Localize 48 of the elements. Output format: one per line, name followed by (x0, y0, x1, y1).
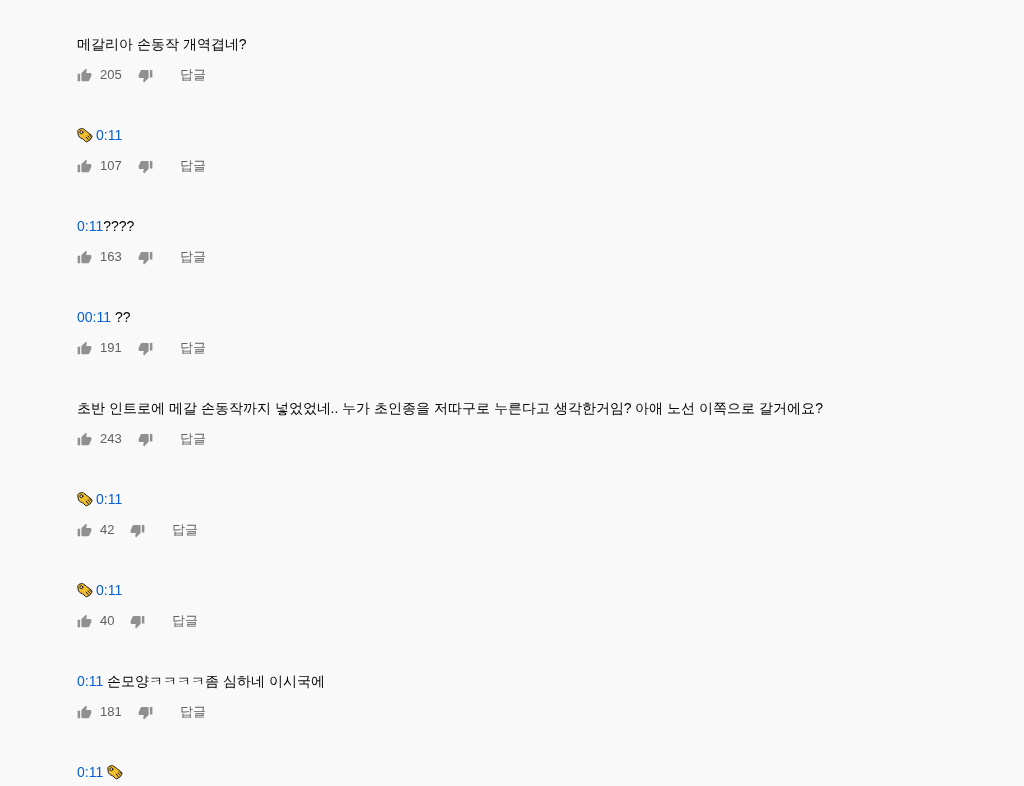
thumbs-down-icon[interactable] (137, 340, 153, 356)
reply-button[interactable]: 답글 (172, 521, 199, 539)
thumbs-up-icon[interactable] (77, 340, 92, 356)
like-count: 42 (100, 521, 115, 539)
thumbs-up-icon[interactable] (77, 158, 92, 174)
like-count: 205 (100, 66, 122, 84)
thumbs-down-icon[interactable] (137, 67, 153, 83)
timestamp-link[interactable]: 0:11 (96, 125, 123, 145)
reply-button[interactable]: 답글 (179, 430, 206, 448)
reply-button[interactable]: 답글 (179, 703, 206, 721)
thumbs-up-icon[interactable] (77, 704, 92, 720)
reply-button[interactable]: 답글 (179, 339, 206, 357)
like-count: 107 (100, 157, 122, 175)
thumbs-down-icon[interactable] (137, 704, 153, 720)
comment-text: ?? (113, 308, 131, 327)
like-count: 163 (100, 248, 122, 266)
hand-icon (77, 127, 93, 143)
thumbs-down-icon[interactable] (137, 158, 153, 174)
thumbs-up-icon[interactable] (77, 431, 92, 447)
timestamp-link[interactable]: 00:11 (77, 307, 111, 327)
comment-text: 손모양ㅋㅋㅋㅋ좀 심하네 이시국에 (106, 672, 325, 691)
thumbs-up-icon[interactable] (77, 613, 92, 629)
timestamp-link[interactable]: 0:11 (77, 216, 104, 236)
timestamp-link[interactable]: 0:11 (77, 671, 104, 691)
like-count: 40 (100, 612, 115, 630)
comment-text: 초반 인트로에 메갈 손동작까지 넣었었네.. 누가 초인종을 저따구로 누른다고 생각한거임? 아애 노선 이쪽으로 갈거에요? (77, 399, 823, 418)
thumbs-up-icon[interactable] (77, 249, 92, 265)
timestamp-link[interactable]: 0:11 (96, 489, 123, 509)
reply-button[interactable]: 답글 (179, 66, 206, 84)
thumbs-down-icon[interactable] (130, 522, 146, 538)
thumbs-down-icon[interactable] (130, 613, 146, 629)
reply-button[interactable]: 답글 (179, 157, 206, 175)
thumbs-up-icon[interactable] (77, 522, 92, 538)
thumbs-down-icon[interactable] (137, 431, 153, 447)
thumbs-up-icon[interactable] (77, 67, 92, 83)
thumbs-down-icon[interactable] (137, 249, 153, 265)
like-count: 181 (100, 703, 122, 721)
timestamp-link[interactable]: 0:11 (96, 580, 123, 600)
comment-text: ???? (103, 217, 135, 236)
reply-button[interactable]: 답글 (179, 248, 206, 266)
reply-button[interactable]: 답글 (172, 612, 199, 630)
like-count: 243 (100, 430, 122, 448)
hand-icon (107, 764, 124, 780)
hand-icon (77, 491, 93, 507)
like-count: 191 (100, 339, 122, 357)
timestamp-link[interactable]: 0:11 (77, 762, 104, 782)
hand-icon (77, 582, 93, 598)
comment-text: 메갈리아 손동작 개역겹네? (77, 35, 247, 54)
